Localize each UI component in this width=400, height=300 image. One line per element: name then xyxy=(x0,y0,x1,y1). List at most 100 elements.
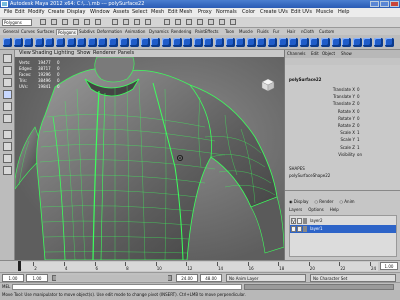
viewport-menu-lighting[interactable]: Lighting xyxy=(54,50,74,57)
channel-box-tab-channels[interactable]: Channels xyxy=(287,51,306,57)
snap-grid-icon[interactable] xyxy=(112,19,118,25)
select-hierarchy-icon[interactable] xyxy=(73,19,79,25)
snap-point-icon[interactable] xyxy=(134,19,140,25)
spherical-mapping-icon[interactable] xyxy=(363,38,373,47)
poly-soccer-icon[interactable] xyxy=(109,38,118,47)
character-set-dropdown[interactable]: No Character Set xyxy=(310,274,396,282)
fill-hole-icon[interactable] xyxy=(215,38,224,47)
menu-edit-mesh[interactable]: Edit Mesh xyxy=(168,9,192,16)
poly-plane-icon[interactable] xyxy=(45,38,55,47)
attribute-value[interactable]: 1 xyxy=(357,130,360,135)
quadrangulate-icon[interactable] xyxy=(204,38,214,47)
merge-icon[interactable] xyxy=(321,38,330,47)
split-icon[interactable] xyxy=(278,38,288,47)
separate-icon[interactable] xyxy=(140,38,150,47)
booleans-icon[interactable] xyxy=(162,38,171,47)
snap-plane-icon[interactable] xyxy=(145,19,151,25)
layer-menu-options[interactable]: Options xyxy=(308,207,323,212)
menu-window[interactable]: Window xyxy=(90,9,110,16)
anim-layer-dropdown[interactable]: No Anim Layer xyxy=(226,274,306,282)
automatic-mapping-icon[interactable] xyxy=(374,38,383,47)
attribute-value[interactable]: 0 xyxy=(357,101,360,106)
select-tool-icon[interactable] xyxy=(3,54,12,63)
channel-box-icon[interactable] xyxy=(230,19,236,25)
menu-create-uvs[interactable]: Create UVs xyxy=(260,9,288,16)
viewport-menu-show[interactable]: Show xyxy=(77,50,91,57)
render-icon[interactable] xyxy=(175,19,181,25)
attribute-editor-icon[interactable] xyxy=(208,19,214,25)
playback-range-handle[interactable] xyxy=(56,275,168,281)
perspective-viewport[interactable]: View Shading Lighting Show Renderer Panels xyxy=(15,50,284,260)
attribute-value[interactable]: 1 xyxy=(357,137,360,142)
menu-proxy[interactable]: Proxy xyxy=(198,9,212,16)
layer-type-toggle[interactable] xyxy=(297,218,302,224)
attribute-value[interactable]: 0 xyxy=(357,87,360,92)
menu-color[interactable]: Color xyxy=(242,9,255,16)
attribute-value[interactable]: on xyxy=(357,152,362,157)
layer-color-swatch[interactable] xyxy=(303,226,307,232)
close-button[interactable] xyxy=(390,1,399,7)
attribute-value[interactable]: 0 xyxy=(357,123,360,128)
insert-edge-loop-icon[interactable] xyxy=(289,38,299,47)
four-view-layout-icon[interactable] xyxy=(3,142,12,151)
menu-assets[interactable]: Assets xyxy=(113,9,129,16)
viewport-menu-view[interactable]: View xyxy=(19,50,31,57)
poly-helix-icon[interactable] xyxy=(98,38,108,47)
viewport-menu-shading[interactable]: Shading xyxy=(32,50,52,57)
layer-menu-layers[interactable]: Layers xyxy=(289,207,302,212)
menu-select[interactable]: Select xyxy=(132,9,147,16)
mel-label[interactable]: MEL xyxy=(2,284,10,289)
reduce-icon[interactable] xyxy=(225,38,235,47)
snap-curve-icon[interactable] xyxy=(123,19,129,25)
viewport-menu-panels[interactable]: Panels xyxy=(118,50,134,57)
attribute-row[interactable]: Scale Y1 xyxy=(285,137,400,143)
planar-mapping-icon[interactable] xyxy=(342,38,352,47)
poly-torus-icon[interactable] xyxy=(56,38,65,47)
poly-pyramid-icon[interactable] xyxy=(77,38,87,47)
layer-menu-help[interactable]: Help xyxy=(330,207,339,212)
current-frame-marker[interactable] xyxy=(18,261,21,271)
history-icon[interactable] xyxy=(164,19,170,25)
layer-visibility-toggle[interactable]: V xyxy=(291,226,296,232)
collapse-icon[interactable] xyxy=(331,38,341,47)
viewport-menu-renderer[interactable]: Renderer xyxy=(93,50,116,57)
current-frame-field[interactable]: 1.00 xyxy=(380,262,398,270)
attribute-row[interactable]: Rotate Z0 xyxy=(285,123,400,129)
maximize-button[interactable] xyxy=(380,1,389,7)
attribute-value[interactable]: 0 xyxy=(357,116,360,121)
single-view-layout-icon[interactable] xyxy=(3,130,12,139)
playback-end-field[interactable]: 24.00 xyxy=(176,274,198,282)
select-component-icon[interactable] xyxy=(95,19,101,25)
menu-muscle[interactable]: Muscle xyxy=(316,9,333,16)
menu-create[interactable]: Create xyxy=(48,9,65,16)
layer-row[interactable]: Vlayer2 xyxy=(290,217,396,225)
channel-box-tab-show[interactable]: Show xyxy=(341,51,352,57)
layer-radio-anim[interactable]: ○ Anim xyxy=(340,199,355,204)
attribute-row[interactable]: Translate Z0 xyxy=(285,101,400,107)
extract-icon[interactable] xyxy=(151,38,161,47)
platonic-icon[interactable] xyxy=(119,38,129,47)
menu-modify[interactable]: Modify xyxy=(28,9,45,16)
combine-icon[interactable] xyxy=(130,38,140,47)
layer-name[interactable]: layer2 xyxy=(310,217,323,225)
tool-settings-icon[interactable] xyxy=(219,19,225,25)
menu-edit[interactable]: Edit xyxy=(15,9,25,16)
cylindrical-mapping-icon[interactable] xyxy=(352,38,362,47)
menu-display[interactable]: Display xyxy=(67,9,85,16)
uv-editor-icon[interactable] xyxy=(384,38,394,47)
average-vertices-icon[interactable] xyxy=(183,38,193,47)
layer-radio-render[interactable]: ○ Render xyxy=(315,199,334,204)
poly-cone-icon[interactable] xyxy=(34,38,44,47)
append-icon[interactable] xyxy=(268,38,277,47)
attribute-row[interactable]: Rotate Y0 xyxy=(285,116,400,122)
menu-file[interactable]: File xyxy=(4,9,12,16)
end-time-field[interactable]: 48.00 xyxy=(200,274,222,282)
attribute-value[interactable]: 0 xyxy=(357,94,360,99)
attribute-row[interactable]: Translate Y0 xyxy=(285,94,400,100)
ipr-icon[interactable] xyxy=(186,19,192,25)
time-slider[interactable]: 124681012141618202224 1.00 xyxy=(0,260,400,272)
menu-help[interactable]: Help xyxy=(338,9,349,16)
attribute-value[interactable]: 0 xyxy=(357,109,360,114)
menu-mesh[interactable]: Mesh xyxy=(151,9,164,16)
menu-normals[interactable]: Normals xyxy=(216,9,237,16)
